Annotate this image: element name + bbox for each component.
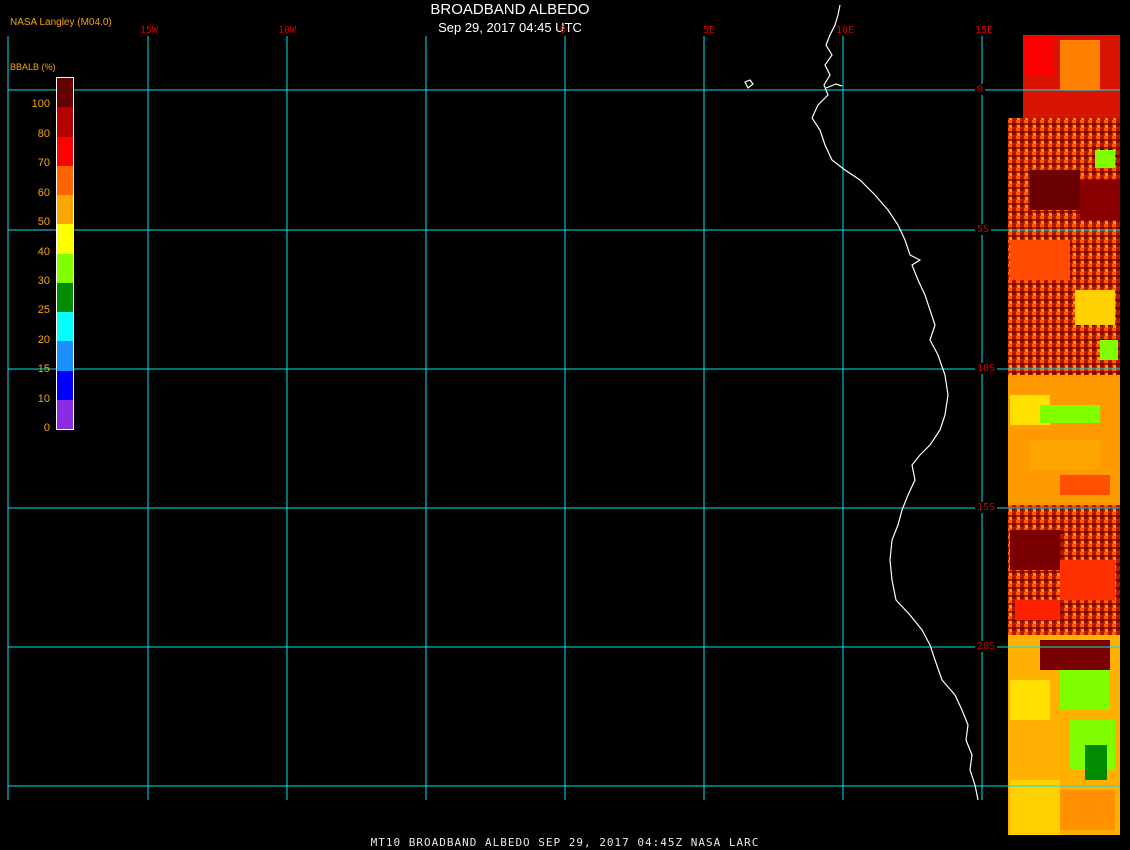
legend-tick-label: 30 xyxy=(37,274,50,287)
legend-tick-label: 20 xyxy=(37,333,50,346)
legend-swatch xyxy=(57,165,73,195)
legend-swatch xyxy=(57,224,73,254)
map-title: BROADBAND ALBEDO xyxy=(430,1,590,18)
lat-label-15s: 15S xyxy=(975,502,998,513)
legend-swatch xyxy=(57,253,73,283)
lon-label-10e: 10E xyxy=(836,25,855,36)
legend-tick-label: 60 xyxy=(37,186,50,199)
lat-label-10s: 10S xyxy=(975,363,998,374)
legend-tick-label: 25 xyxy=(37,304,50,317)
legend-tick-label: 50 xyxy=(37,216,50,229)
legend-swatch xyxy=(57,136,73,166)
albedo-map xyxy=(0,0,1130,850)
legend-tick-label: 15 xyxy=(37,363,50,376)
lon-label-0: 0 xyxy=(560,25,567,36)
satellite-swath xyxy=(1008,35,1120,835)
legend-swatch xyxy=(57,282,73,312)
legend-tick-label: 70 xyxy=(37,157,50,170)
legend-swatch xyxy=(57,312,73,342)
lon-label-15w: 15W xyxy=(140,25,159,36)
lat-label-20s: 20S xyxy=(975,641,998,652)
legend-swatch xyxy=(57,399,73,429)
legend-swatch xyxy=(57,341,73,371)
legend-tick-label: 0 xyxy=(43,422,50,434)
legend-swatch xyxy=(57,107,73,137)
lat-label-5s: 5S xyxy=(975,224,992,235)
map-timestamp: Sep 29, 2017 04:45 UTC xyxy=(438,20,582,35)
legend-colorbar xyxy=(56,77,74,430)
lon-label-10w: 10W xyxy=(278,25,297,36)
legend-swatch xyxy=(57,195,73,225)
lat-label-0: 0 xyxy=(975,84,986,95)
legend-title: BBALB (%) xyxy=(10,62,56,72)
footer-caption: MT10 BROADBAND ALBEDO SEP 29, 2017 04:45… xyxy=(370,836,760,849)
legend-tick-label: 100 xyxy=(31,98,50,111)
lon-label-15e: 15E xyxy=(975,25,994,36)
legend-swatch xyxy=(57,370,73,400)
legend-tick-label: 10 xyxy=(37,392,50,405)
legend-swatch xyxy=(57,78,73,108)
legend-tick-label: 40 xyxy=(37,245,50,258)
legend-tick-label: 80 xyxy=(37,127,50,140)
lon-label-5e: 5E xyxy=(703,25,716,36)
